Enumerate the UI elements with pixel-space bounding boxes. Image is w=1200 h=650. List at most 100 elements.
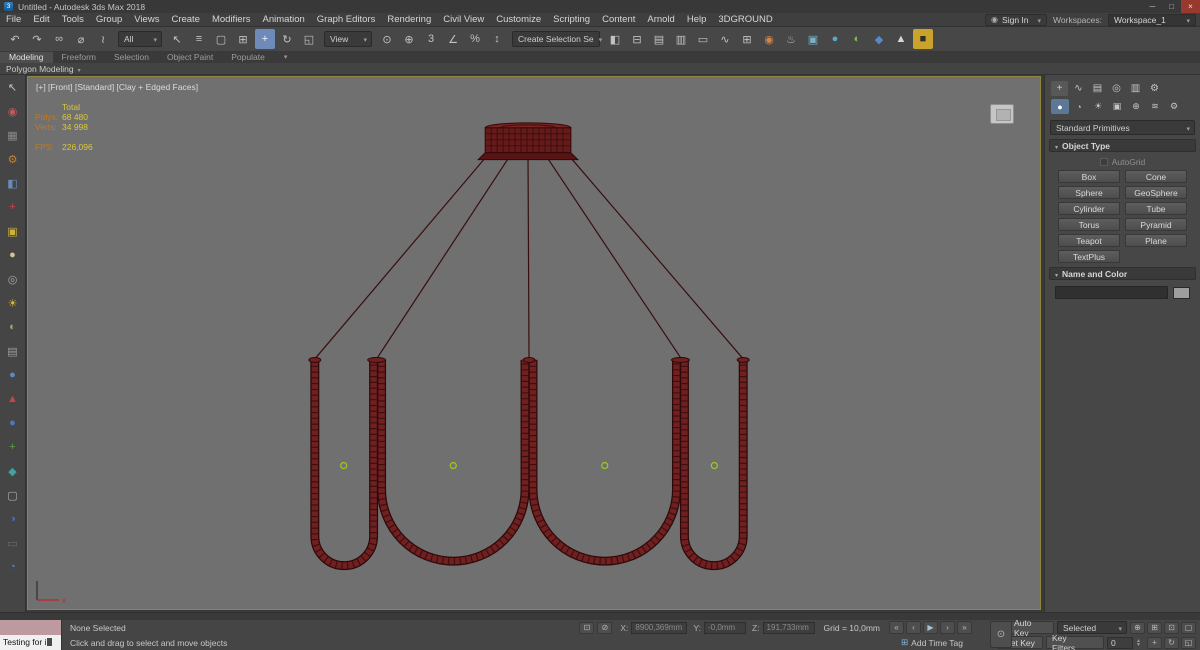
sign-in-button[interactable]: ◉ Sign In: [985, 13, 1048, 26]
redo-icon[interactable]: ↷: [27, 29, 47, 49]
z-coord-field[interactable]: 191,733mm: [762, 621, 815, 634]
sphere-tool-icon[interactable]: ●: [3, 245, 23, 265]
shapes-category-icon[interactable]: ◔: [1070, 99, 1088, 114]
maxscript-mini-listener[interactable]: Testing for i: [0, 635, 62, 650]
add-time-tag[interactable]: ⊞ Add Time Tag: [901, 637, 963, 648]
menu-item[interactable]: Rendering: [381, 13, 437, 27]
selection-lock-icon[interactable]: ⊘: [597, 621, 613, 634]
display-tool-icon[interactable]: ▭: [3, 533, 23, 553]
object-type-button[interactable]: Cone: [1125, 170, 1187, 183]
explorer-tool-icon[interactable]: ▤: [3, 341, 23, 361]
viewport[interactable]: [+] [Front] [Standard] [Clay + Edged Fac…: [27, 76, 1041, 610]
clock-tool-icon[interactable]: ◔: [3, 557, 23, 577]
select-and-link-icon[interactable]: ∞: [49, 29, 69, 49]
arnold-icon[interactable]: ▲: [891, 29, 911, 49]
mirror-icon[interactable]: ◧: [605, 29, 625, 49]
set-keys-button[interactable]: ⊙: [990, 621, 1012, 648]
array-tool-icon[interactable]: ◧: [3, 173, 23, 193]
select-and-rotate-icon[interactable]: ↻: [277, 29, 297, 49]
settings-tool-icon[interactable]: ⚙: [3, 149, 23, 169]
x-coord-field[interactable]: 8900,369mm: [631, 621, 688, 634]
object-type-button[interactable]: Teapot: [1058, 234, 1120, 247]
object-type-button[interactable]: GeoSphere: [1125, 186, 1187, 199]
angle-snap-icon[interactable]: ∠: [443, 29, 463, 49]
tab-freeform[interactable]: Freeform: [53, 52, 105, 63]
next-frame-icon[interactable]: ›: [940, 621, 955, 634]
object-type-button[interactable]: TextPlus: [1058, 250, 1120, 263]
torus-tool-icon[interactable]: ◎: [3, 269, 23, 289]
schematic-view-icon[interactable]: ⊞: [737, 29, 757, 49]
go-to-end-icon[interactable]: »: [957, 621, 972, 634]
render-tool-icon[interactable]: ◐: [3, 317, 23, 337]
plant-tool-icon[interactable]: +: [3, 437, 23, 457]
macro-recorder-field[interactable]: [0, 620, 62, 635]
play-icon[interactable]: ▶: [923, 621, 938, 634]
modify-tab-icon[interactable]: ∿: [1070, 81, 1087, 96]
bind-to-space-warp-icon[interactable]: ≀: [93, 29, 113, 49]
selection-filter-dropdown[interactable]: All: [118, 31, 162, 47]
systems-category-icon[interactable]: ⚙: [1165, 99, 1183, 114]
material-tool-icon[interactable]: ◆: [3, 461, 23, 481]
ribbon-toggle-icon[interactable]: ▭: [693, 29, 713, 49]
frame-spinner[interactable]: ▲ ▼: [1136, 638, 1144, 647]
maximize-viewport-icon[interactable]: ◱: [1181, 636, 1196, 649]
y-coord-field[interactable]: -0,0mm: [703, 621, 746, 634]
menu-item[interactable]: Content: [596, 13, 641, 27]
menu-item[interactable]: Create: [165, 13, 206, 27]
zoom-extents-icon[interactable]: ⊡: [1164, 621, 1179, 634]
material-editor-icon[interactable]: ◉: [759, 29, 779, 49]
alert-tool-icon[interactable]: ▲: [3, 389, 23, 409]
unlink-selection-icon[interactable]: ⌀: [71, 29, 91, 49]
undo-icon[interactable]: ↶: [5, 29, 25, 49]
window-crossing-icon[interactable]: ⊞: [233, 29, 253, 49]
object-type-button[interactable]: Tube: [1125, 202, 1187, 215]
menu-item[interactable]: Views: [128, 13, 165, 27]
grid-display-icon[interactable]: ▦: [3, 125, 23, 145]
pan-icon[interactable]: +: [1147, 636, 1162, 649]
menu-item[interactable]: 3DGROUND: [712, 13, 778, 27]
tab-populate[interactable]: Populate: [222, 52, 274, 63]
align-icon[interactable]: ⊟: [627, 29, 647, 49]
object-type-button[interactable]: Box: [1058, 170, 1120, 183]
select-object-icon[interactable]: ↖: [167, 29, 187, 49]
tab-object-paint[interactable]: Object Paint: [158, 52, 222, 63]
zoom-all-icon[interactable]: ⊞: [1147, 621, 1162, 634]
helpers-category-icon[interactable]: ⊕: [1127, 99, 1145, 114]
menu-item[interactable]: Modifiers: [206, 13, 257, 27]
object-name-field[interactable]: [1055, 286, 1168, 299]
display-tab-icon[interactable]: ▥: [1127, 81, 1144, 96]
water-tool-icon[interactable]: ●: [3, 365, 23, 385]
close-button[interactable]: ×: [1181, 0, 1200, 13]
minimize-button[interactable]: ─: [1143, 0, 1162, 13]
select-by-name-icon[interactable]: ≡: [189, 29, 209, 49]
state-sets-icon[interactable]: ◐: [847, 29, 867, 49]
tab-modeling[interactable]: Modeling: [0, 52, 53, 63]
select-and-manipulate-icon[interactable]: ⊕: [399, 29, 419, 49]
light-tool-icon[interactable]: ☀: [3, 293, 23, 313]
menu-item[interactable]: Arnold: [641, 13, 680, 27]
orbit-icon[interactable]: ↻: [1164, 636, 1179, 649]
earth-tool-icon[interactable]: ●: [3, 413, 23, 433]
object-color-swatch[interactable]: [1173, 286, 1190, 299]
curve-editor-icon[interactable]: ∿: [715, 29, 735, 49]
rendered-frame-icon[interactable]: ▣: [803, 29, 823, 49]
rectangular-selection-icon[interactable]: ▢: [211, 29, 231, 49]
plugin-icon[interactable]: ■: [913, 29, 933, 49]
primitives-dropdown[interactable]: Standard Primitives: [1050, 120, 1195, 135]
object-type-button[interactable]: Pyramid: [1125, 218, 1187, 231]
zoom-icon[interactable]: ⊕: [1130, 621, 1145, 634]
auto-key-button[interactable]: Auto Key: [1008, 618, 1054, 638]
reference-coordinate-dropdown[interactable]: View: [324, 31, 372, 47]
menu-item[interactable]: Help: [681, 13, 713, 27]
autogrid-checkbox[interactable]: [1099, 158, 1108, 166]
menu-item[interactable]: File: [0, 13, 27, 27]
axis-constraint-icon[interactable]: +: [3, 197, 23, 217]
go-to-start-icon[interactable]: «: [889, 621, 904, 634]
select-cursor-icon[interactable]: ↖: [3, 77, 23, 97]
scene-explorer-icon[interactable]: ▤: [649, 29, 669, 49]
object-type-button[interactable]: Cylinder: [1058, 202, 1120, 215]
object-type-button[interactable]: Sphere: [1058, 186, 1120, 199]
use-pivot-center-icon[interactable]: ⊙: [377, 29, 397, 49]
object-type-button[interactable]: Plane: [1125, 234, 1187, 247]
percent-snap-icon[interactable]: %: [465, 29, 485, 49]
